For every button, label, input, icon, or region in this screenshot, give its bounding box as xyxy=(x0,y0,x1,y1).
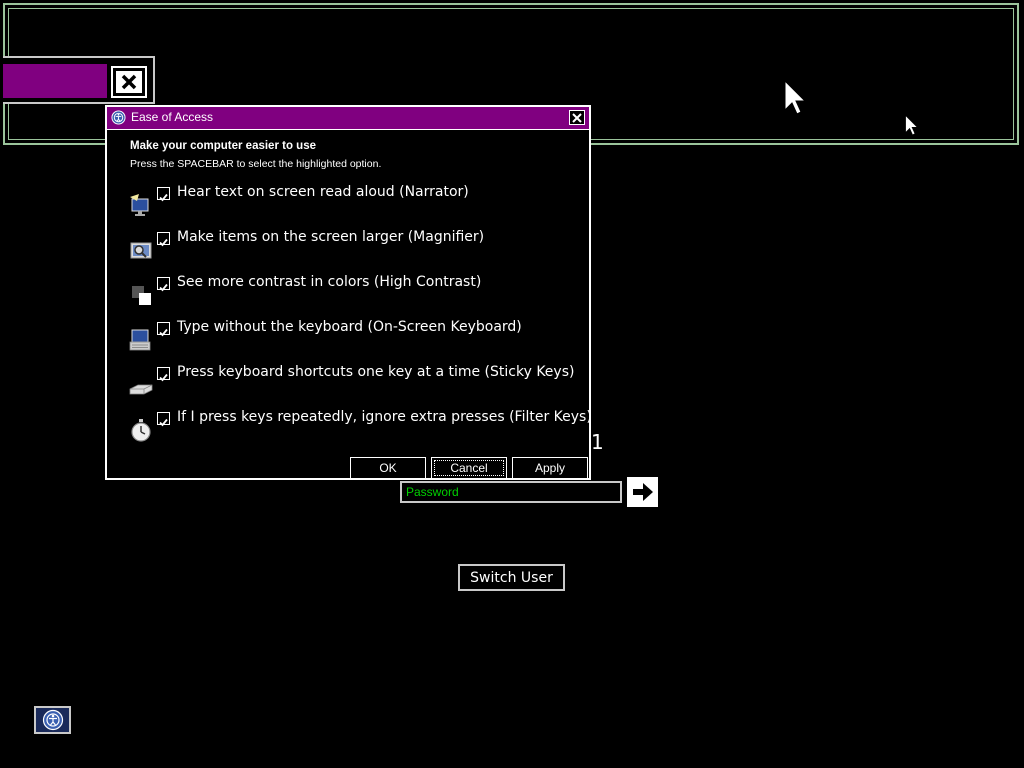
on-screen-keyboard-checkbox[interactable] xyxy=(157,322,170,337)
narrator-checkbox[interactable] xyxy=(157,187,170,202)
apply-button[interactable]: Apply xyxy=(512,457,588,479)
close-icon xyxy=(116,71,142,93)
password-input[interactable]: Password xyxy=(400,481,622,503)
magnifier-label: Make items on the screen larger (Magnifi… xyxy=(177,229,485,245)
dialog-titlebar[interactable]: Ease of Access xyxy=(107,107,589,130)
user-number: 1 xyxy=(591,430,604,454)
narrator-label: Hear text on screen read aloud (Narrator… xyxy=(177,184,469,200)
option-filter-keys[interactable]: If I press keys repeatedly, ignore extra… xyxy=(127,409,592,448)
high-contrast-label: See more contrast in colors (High Contra… xyxy=(177,274,482,290)
ease-of-access-button[interactable] xyxy=(34,706,71,734)
option-high-contrast[interactable]: See more contrast in colors (High Contra… xyxy=(127,274,587,313)
checkmark-icon xyxy=(159,373,168,382)
checkmark-icon xyxy=(159,238,168,247)
on-screen-keyboard-icon xyxy=(129,329,151,351)
mouse-cursor-icon xyxy=(905,115,918,136)
ease-of-access-icon xyxy=(42,709,63,731)
option-narrator[interactable]: Hear text on screen read aloud (Narrator… xyxy=(127,184,587,223)
filter-keys-checkbox[interactable] xyxy=(157,412,170,427)
on-screen-keyboard-label: Type without the keyboard (On-Screen Key… xyxy=(177,319,522,335)
switch-user-button[interactable]: Switch User xyxy=(458,564,565,591)
ease-of-access-dialog: Ease of Access Make your computer easier… xyxy=(105,105,592,480)
background-close-button[interactable] xyxy=(111,66,147,98)
high-contrast-checkbox[interactable] xyxy=(157,277,170,292)
cancel-button[interactable]: Cancel xyxy=(431,457,507,479)
ok-button[interactable]: OK xyxy=(350,457,426,479)
close-icon xyxy=(572,112,582,123)
filter-keys-icon xyxy=(131,419,151,442)
dialog-close-button[interactable] xyxy=(569,110,585,125)
background-window-titlebar xyxy=(3,56,155,104)
dialog-heading: Make your computer easier to use xyxy=(130,140,316,152)
magnifier-checkbox[interactable] xyxy=(157,232,170,247)
sticky-keys-label: Press keyboard shortcuts one key at a ti… xyxy=(177,364,575,380)
checkmark-icon xyxy=(159,193,168,202)
checkmark-icon xyxy=(159,418,168,427)
magnifier-icon xyxy=(130,242,152,259)
arrow-right-icon xyxy=(632,483,653,501)
submit-arrow-button[interactable] xyxy=(627,477,658,507)
narrator-icon xyxy=(130,194,149,216)
background-titlebar-fill xyxy=(3,64,107,98)
dialog-title: Ease of Access xyxy=(131,110,214,124)
dialog-instructions: Press the SPACEBAR to select the highlig… xyxy=(130,158,382,170)
mouse-cursor-icon xyxy=(784,80,807,115)
option-magnifier[interactable]: Make items on the screen larger (Magnifi… xyxy=(127,229,587,268)
sticky-keys-icon xyxy=(129,384,153,395)
option-on-screen-keyboard[interactable]: Type without the keyboard (On-Screen Key… xyxy=(127,319,587,358)
ease-of-access-icon xyxy=(111,110,126,125)
option-sticky-keys[interactable]: Press keyboard shortcuts one key at a ti… xyxy=(127,364,587,403)
checkmark-icon xyxy=(159,283,168,292)
filter-keys-label: If I press keys repeatedly, ignore extra… xyxy=(177,409,592,425)
sticky-keys-checkbox[interactable] xyxy=(157,367,170,382)
checkmark-icon xyxy=(159,328,168,337)
high-contrast-icon xyxy=(132,286,151,305)
